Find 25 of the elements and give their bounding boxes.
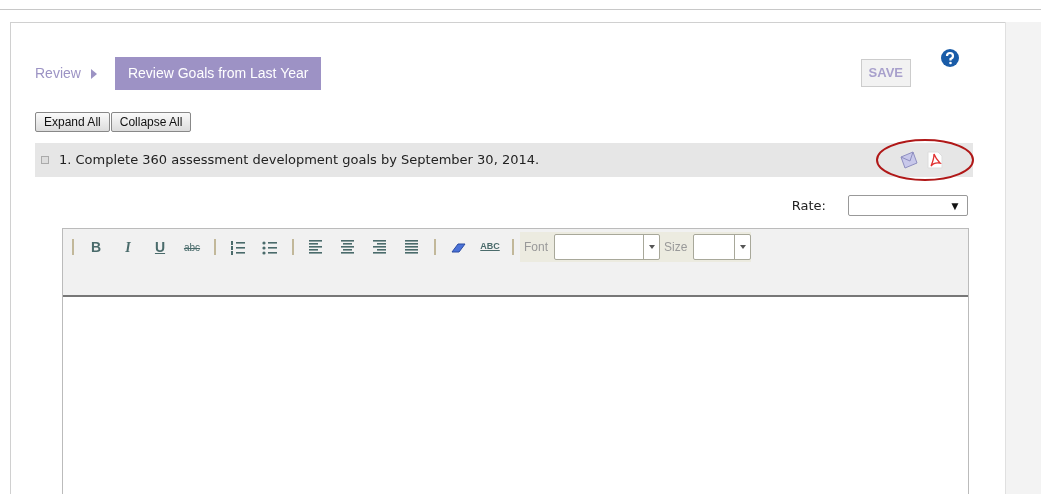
- breadcrumb-link[interactable]: Review: [35, 63, 81, 84]
- spellcheck-button[interactable]: ABC: [478, 236, 502, 258]
- expand-toggle-icon[interactable]: [41, 156, 49, 164]
- toolbar-select-label: Font: [524, 239, 548, 256]
- rate-label: Rate:: [791, 196, 826, 215]
- strikethrough-button[interactable]: abc: [180, 236, 204, 258]
- align-center-icon[interactable]: [340, 238, 356, 256]
- goal-title: 1. Complete 360 assessment development goals by September 30, 2014.: [59, 151, 540, 170]
- numbered-list-icon[interactable]: [230, 238, 246, 256]
- rate-dropdown[interactable]: ▼: [848, 195, 968, 216]
- align-left-icon[interactable]: [308, 238, 324, 256]
- breadcrumb-current: Review Goals from Last Year: [114, 57, 322, 90]
- align-right-icon[interactable]: [372, 238, 388, 256]
- italic-button[interactable]: I: [116, 236, 140, 258]
- underline-button[interactable]: U: [148, 236, 172, 258]
- dropdown-arrow-icon: [739, 245, 746, 249]
- help-icon[interactable]: [941, 49, 959, 67]
- tree-button[interactable]: Collapse All: [110, 112, 192, 132]
- pdf-icon[interactable]: [927, 151, 943, 169]
- dropdown-arrow-icon: [648, 245, 655, 249]
- toolbar-select-label: Size: [664, 239, 688, 256]
- tree-button[interactable]: Expand All: [35, 112, 110, 132]
- bold-button[interactable]: B: [84, 236, 108, 258]
- justify-icon[interactable]: [404, 238, 420, 256]
- chevron-icon: [90, 68, 97, 79]
